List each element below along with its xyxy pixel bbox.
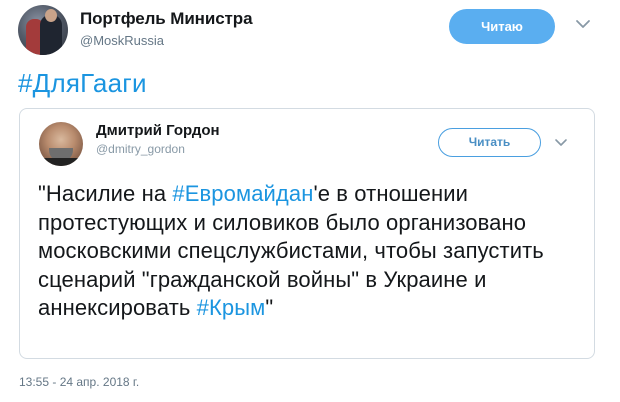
quoted-text-part: "Насилие на [38,181,173,206]
tweet-timestamp[interactable]: 13:55 - 24 апр. 2018 г. [19,375,139,389]
author-name[interactable]: Портфель Министра [80,9,253,29]
tweet: Портфель Министра @MoskRussia Читаю #Для… [0,0,620,402]
quoted-tweet-text: "Насилие на #Евромайдан'е в отношении пр… [38,180,588,323]
hashtag-link-crimea[interactable]: #Крым [197,295,266,320]
author-avatar[interactable] [18,5,68,55]
quoted-text-part: " [265,295,274,320]
chevron-down-icon[interactable] [574,15,592,33]
following-button[interactable]: Читаю [449,9,555,44]
quoted-author-handle[interactable]: @dmitry_gordon [96,142,185,156]
author-handle[interactable]: @MoskRussia [80,33,164,48]
hashtag-link[interactable]: #ДляГааги [18,68,147,99]
hashtag-link-euromaidan[interactable]: #Евромайдан [172,181,313,206]
quoted-author-avatar[interactable] [39,122,83,166]
quoted-follow-button[interactable]: Читать [438,128,541,157]
quoted-author-name[interactable]: Дмитрий Гордон [96,122,220,139]
quoted-tweet-card[interactable]: Дмитрий Гордон @dmitry_gordon Читать "На… [19,108,595,359]
chevron-down-icon[interactable] [553,135,569,151]
